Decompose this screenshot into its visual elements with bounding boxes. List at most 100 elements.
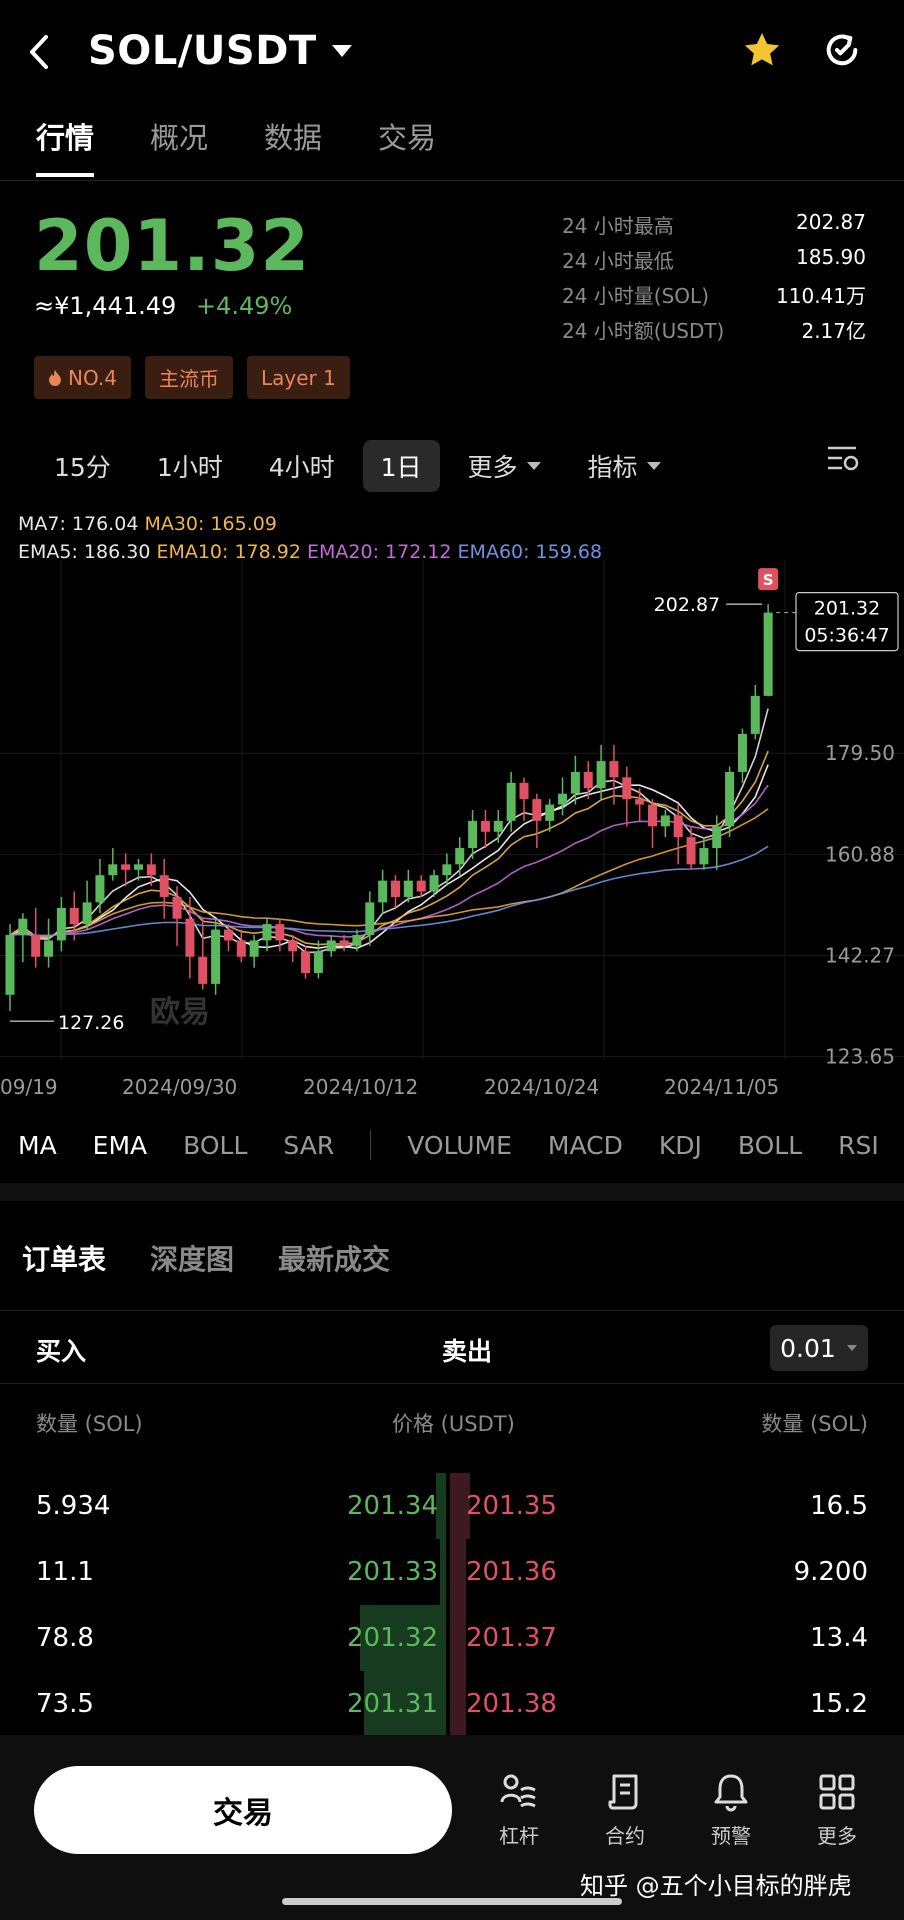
stats-24h: 24 小时最高 202.87 24 小时最低 185.90 24 小时量(SOL) 1…	[562, 210, 866, 350]
candle-body	[763, 612, 773, 696]
tab-data[interactable]: 数据	[264, 115, 322, 177]
candle-body	[352, 935, 362, 946]
bid-qty: 78.8	[36, 1623, 94, 1653]
tab-depth[interactable]: 深度图	[150, 1238, 234, 1278]
bell-icon	[714, 1774, 748, 1812]
stat-low: 24 小时最低 185.90	[562, 245, 866, 273]
bid-depth-bar	[440, 1539, 446, 1605]
timeframe-1h[interactable]: 1小时	[139, 440, 241, 492]
low-price-label: 127.26	[58, 1012, 124, 1034]
x-axis: 09/19 2024/09/30 2024/10/12 2024/10/24 2…	[0, 1075, 904, 1105]
candle-body	[146, 864, 156, 876]
candle-body	[108, 864, 118, 876]
candle-body	[442, 864, 452, 876]
timeframe-more-dropdown[interactable]: 更多	[450, 440, 560, 492]
candle-body	[493, 820, 503, 832]
orderbook-row[interactable]: 73.5 201.31 201.38 15.2	[0, 1671, 904, 1737]
ma30-line	[9, 808, 769, 939]
caret-down-icon	[331, 45, 352, 57]
candle-body	[506, 782, 516, 821]
tab-overview[interactable]: 概况	[150, 115, 208, 177]
ind-ma[interactable]: MA	[18, 1131, 57, 1160]
kline-chart[interactable]: 欧易 179.50 160.88 142.27 123.65 202.87 127.26 S 2…	[0, 560, 904, 1080]
ind-volume[interactable]: VOLUME	[407, 1131, 512, 1160]
candle-body	[95, 875, 105, 903]
back-icon[interactable]	[28, 30, 58, 74]
candle-body	[416, 880, 426, 892]
ma7-value: MA7: 176.04	[18, 513, 139, 535]
ask-qty: 9.200	[793, 1557, 868, 1587]
orderbook-row[interactable]: 78.8 201.32 201.37 13.4	[0, 1605, 904, 1671]
ind-boll[interactable]: BOLL	[183, 1131, 247, 1160]
x-tick-label: 2024/11/05	[664, 1075, 780, 1099]
candle-body	[288, 940, 298, 952]
candle-body	[532, 799, 542, 821]
candle-body	[750, 695, 760, 734]
exchange-watermark: 欧易	[150, 995, 210, 1030]
trade-button[interactable]: 交易	[34, 1766, 452, 1854]
divider	[0, 1383, 904, 1384]
home-indicator[interactable]	[282, 1898, 622, 1905]
ind-ema[interactable]: EMA	[93, 1131, 147, 1160]
ask-qty: 13.4	[810, 1623, 868, 1653]
x-tick-label: 2024/10/12	[303, 1075, 419, 1099]
candle-body	[622, 777, 632, 800]
ind-kdj[interactable]: KDJ	[659, 1131, 702, 1160]
orderbook-row[interactable]: 11.1 201.33 201.36 9.200	[0, 1539, 904, 1605]
timeframe-4h[interactable]: 4小时	[251, 440, 353, 492]
section-divider	[0, 1183, 904, 1201]
caret-down-icon	[526, 462, 541, 470]
candle-body	[378, 880, 388, 903]
candle-body	[468, 820, 478, 849]
lever-icon	[500, 1774, 536, 1808]
candle-body	[301, 951, 311, 974]
candle-body	[455, 848, 465, 865]
ind-sar[interactable]: SAR	[283, 1131, 334, 1160]
refresh-icon[interactable]	[822, 30, 862, 74]
timeframe-15m[interactable]: 15分	[36, 440, 129, 492]
pair-selector[interactable]: SOL/USDT	[88, 28, 353, 74]
bid-qty: 73.5	[36, 1689, 94, 1719]
chart-settings-icon[interactable]	[826, 444, 860, 478]
candle-body	[480, 820, 490, 832]
ma-legend: MA7: 176.04 MA30: 165.09	[18, 513, 277, 535]
indicator-dropdown[interactable]: 指标	[570, 440, 680, 492]
contract-button[interactable]: 合约	[580, 1772, 670, 1849]
ind-rsi[interactable]: RSI	[838, 1131, 879, 1160]
price-step-dropdown[interactable]: 0.01	[770, 1325, 868, 1371]
layer1-badge[interactable]: Layer 1	[246, 356, 350, 399]
orderbook-row[interactable]: 5.934 201.34 201.35 16.5	[0, 1473, 904, 1539]
candle-body	[558, 793, 568, 805]
mainstream-badge[interactable]: 主流币	[144, 356, 233, 399]
timeframe-1d[interactable]: 1日	[362, 440, 440, 492]
alert-button[interactable]: 预警	[686, 1772, 776, 1849]
y-tick-label: 142.27	[825, 944, 895, 968]
candle-body	[365, 902, 375, 935]
bid-qty: 11.1	[36, 1557, 94, 1587]
candle-body	[391, 880, 400, 897]
candle-body	[725, 771, 735, 827]
candle-body	[648, 804, 657, 827]
grid-icon	[819, 1774, 855, 1810]
more-button[interactable]: 更多	[792, 1772, 882, 1849]
ind-boll-sub[interactable]: BOLL	[738, 1131, 802, 1160]
tab-trades[interactable]: 最新成交	[278, 1238, 390, 1278]
candle-body	[545, 804, 555, 821]
candle-body	[635, 799, 645, 805]
favorite-star-icon[interactable]	[742, 30, 782, 74]
candle-body	[198, 956, 208, 984]
bid-qty: 5.934	[36, 1491, 111, 1521]
ask-price: 201.37	[466, 1623, 557, 1653]
tab-trade[interactable]: 交易	[378, 115, 436, 177]
candle-body	[326, 940, 336, 952]
tab-orderbook[interactable]: 订单表	[22, 1238, 106, 1278]
candle-body	[249, 940, 259, 957]
lever-button[interactable]: 杠杆	[474, 1772, 564, 1849]
caret-down-icon	[846, 1345, 857, 1351]
document-icon	[608, 1774, 638, 1810]
ind-macd[interactable]: MACD	[548, 1131, 623, 1160]
rank-badge[interactable]: NO.4	[34, 356, 131, 399]
candle-body	[69, 907, 79, 925]
candle-body	[403, 880, 413, 897]
tab-market[interactable]: 行情	[36, 115, 95, 177]
